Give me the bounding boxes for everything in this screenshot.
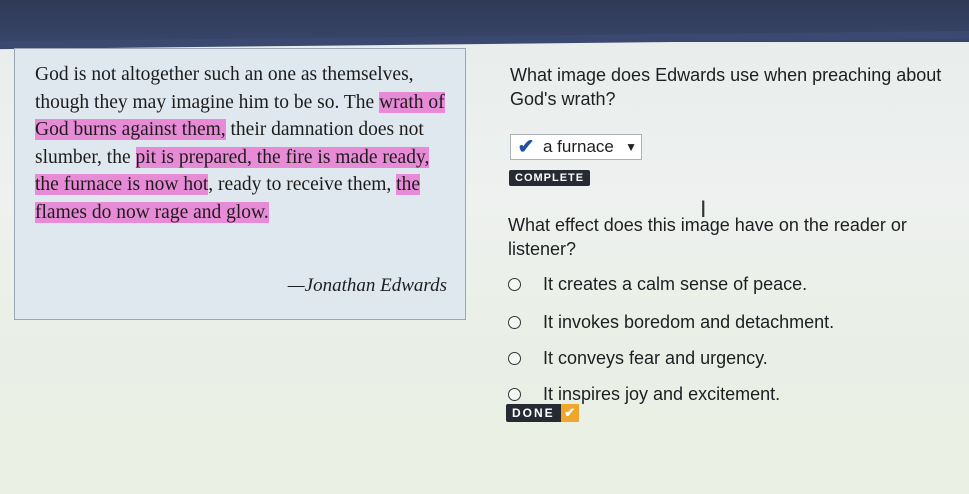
passage-box: God is not altogether such an one as the… [14,48,466,320]
radio-button[interactable] [508,278,521,291]
radio-button[interactable] [508,352,521,365]
passage-segment: , ready to receive them, [208,174,397,195]
question-2-prompt: What effect does this image have on the … [508,215,907,259]
option-boredom-detachment[interactable]: It invokes boredom and detachment. [508,312,834,333]
option-joy-excitement[interactable]: It inspires joy and excitement. [508,384,780,405]
done-label: DONE [512,406,555,420]
text-cursor-icon: I [700,198,707,223]
option-label: It inspires joy and excitement. [543,384,781,404]
answer-dropdown[interactable]: ✔ a furnace ▼ [510,134,642,160]
option-label: It creates a calm sense of peace. [543,274,808,294]
option-label: It invokes boredom and detachment. [543,312,835,332]
passage-segment: God is not altogether such an one as the… [35,64,414,113]
chevron-down-icon[interactable]: ▼ [625,140,637,154]
passage-text: God is not altogether such an one as the… [35,61,455,226]
option-calm-peace[interactable]: It creates a calm sense of peace. [508,274,807,295]
radio-button[interactable] [508,388,521,401]
question-1-prompt: What image does Edwards use when preachi… [510,65,942,109]
done-button[interactable]: DONE ✔ [506,404,579,422]
radio-button[interactable] [508,316,521,329]
passage-attribution: —Jonathan Edwards [287,275,447,296]
option-label: It conveys fear and urgency. [543,348,768,368]
option-fear-urgency[interactable]: It conveys fear and urgency. [508,348,768,369]
complete-badge: COMPLETE [509,170,591,186]
answer-dropdown-value: a furnace [543,137,614,156]
check-icon: ✔ [517,136,535,158]
check-icon: ✔ [560,404,579,422]
